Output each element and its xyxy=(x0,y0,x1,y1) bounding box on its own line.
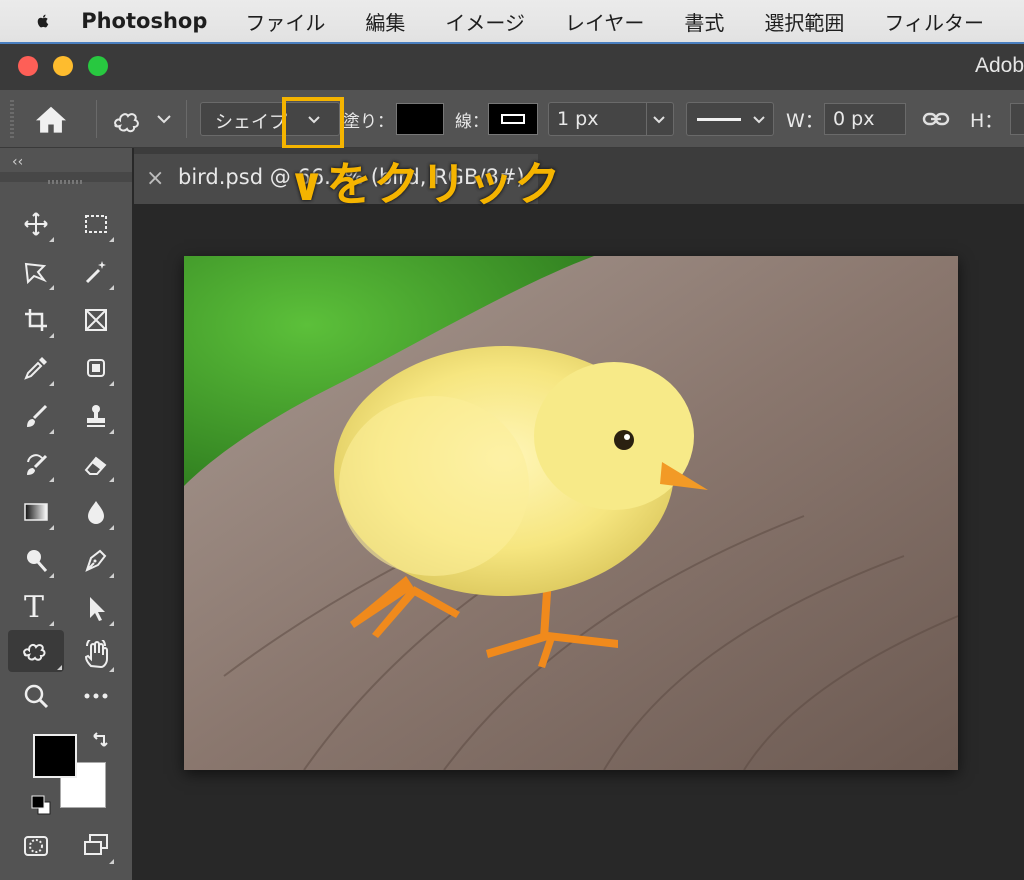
menu-layer[interactable]: レイヤー xyxy=(565,7,644,36)
height-label: H： xyxy=(970,110,1004,132)
minimize-window-button[interactable] xyxy=(53,56,73,76)
clone-stamp-icon[interactable] xyxy=(76,398,116,436)
zoom-window-button[interactable] xyxy=(88,56,108,76)
custom-shape-tool-preset-icon[interactable] xyxy=(110,105,144,135)
link-icon[interactable] xyxy=(922,108,950,130)
divider xyxy=(96,100,97,138)
collapse-panel-button[interactable]: ‹‹ xyxy=(12,154,23,170)
highlight-box xyxy=(282,97,344,149)
chevron-down-icon[interactable] xyxy=(751,115,767,125)
more-tools-icon[interactable] xyxy=(76,678,116,716)
path-selection-icon[interactable] xyxy=(76,590,116,628)
fill-label: 塗り： xyxy=(343,112,394,132)
move-tool-icon[interactable] xyxy=(16,206,56,244)
custom-shape-tool-icon[interactable] xyxy=(8,630,64,672)
menu-image[interactable]: イメージ xyxy=(445,7,525,36)
menu-type[interactable]: 書式 xyxy=(684,7,724,36)
dodge-icon[interactable] xyxy=(16,542,56,580)
chevron-down-icon[interactable] xyxy=(156,114,172,124)
screen-mode-icon[interactable] xyxy=(76,828,116,866)
menu-file[interactable]: ファイル xyxy=(245,7,325,36)
eraser-icon[interactable] xyxy=(76,446,116,484)
swap-colors-icon[interactable] xyxy=(90,732,110,752)
crop-icon[interactable] xyxy=(16,302,56,340)
options-bar-grip[interactable] xyxy=(10,100,14,138)
frame-icon[interactable] xyxy=(76,302,116,340)
lasso-icon[interactable] xyxy=(16,254,56,292)
divider xyxy=(186,100,187,138)
stroke-color-swatch[interactable] xyxy=(488,103,538,135)
app-menu-photoshop[interactable]: Photoshop xyxy=(81,9,207,33)
document-tab-strip: × bird.psd @ 66.7% (bird, RGB/8#) xyxy=(134,148,1024,204)
menu-select[interactable]: 選択範囲 xyxy=(764,7,844,36)
gradient-icon[interactable] xyxy=(16,494,56,532)
fill-color-swatch[interactable] xyxy=(396,103,444,135)
instruction-annotation: ∨をクリック xyxy=(288,157,562,211)
spot-healing-icon[interactable] xyxy=(76,350,116,388)
hand-tool-icon[interactable] xyxy=(76,636,116,674)
stroke-type-dropdown[interactable] xyxy=(686,102,774,136)
macos-menu-bar: Photoshop ファイル 編集 イメージ レイヤー 書式 選択範囲 フィルタ… xyxy=(0,0,1024,42)
tool-mode-label: シェイプ xyxy=(215,112,287,133)
width-label: W： xyxy=(786,110,824,132)
apple-menu-icon[interactable] xyxy=(36,6,51,36)
window-title: Adob xyxy=(974,54,1024,77)
chevron-down-icon[interactable] xyxy=(651,115,667,125)
quick-mask-icon[interactable] xyxy=(16,828,56,866)
options-bar: シェイプ 塗り： 線： 1 px W： 0 px H： xyxy=(0,90,1024,148)
rectangular-marquee-icon[interactable] xyxy=(76,206,116,244)
height-input[interactable] xyxy=(1010,103,1024,135)
stroke-width-value: 1 px xyxy=(557,108,599,130)
width-value: 0 px xyxy=(833,108,875,130)
eyedropper-icon[interactable] xyxy=(16,350,56,388)
panel-grip[interactable] xyxy=(48,180,84,184)
menu-filter[interactable]: フィルター xyxy=(884,7,984,36)
close-tab-icon[interactable]: × xyxy=(146,166,164,191)
stroke-width-field[interactable]: 1 px xyxy=(548,102,674,136)
stroke-label: 線： xyxy=(455,112,489,132)
tools-panel: ‹‹ T xyxy=(0,148,132,880)
pen-icon[interactable] xyxy=(76,542,116,580)
close-window-button[interactable] xyxy=(18,56,38,76)
brush-icon[interactable] xyxy=(16,398,56,436)
window-title-bar: Adob xyxy=(0,42,1024,90)
menu-edit[interactable]: 編集 xyxy=(365,7,405,36)
magic-wand-icon[interactable] xyxy=(76,254,116,292)
history-brush-icon[interactable] xyxy=(16,446,56,484)
blur-icon[interactable] xyxy=(76,494,116,532)
canvas-photo[interactable] xyxy=(184,256,958,770)
width-input[interactable]: 0 px xyxy=(824,103,906,135)
zoom-icon[interactable] xyxy=(16,678,56,716)
chick-photo xyxy=(184,256,958,770)
default-colors-icon[interactable] xyxy=(30,794,52,816)
solid-line-preview xyxy=(697,118,741,121)
foreground-color-swatch[interactable] xyxy=(33,734,77,778)
type-tool-icon[interactable]: T xyxy=(16,590,56,628)
home-icon[interactable] xyxy=(34,104,68,134)
type-tool-glyph: T xyxy=(24,590,45,625)
